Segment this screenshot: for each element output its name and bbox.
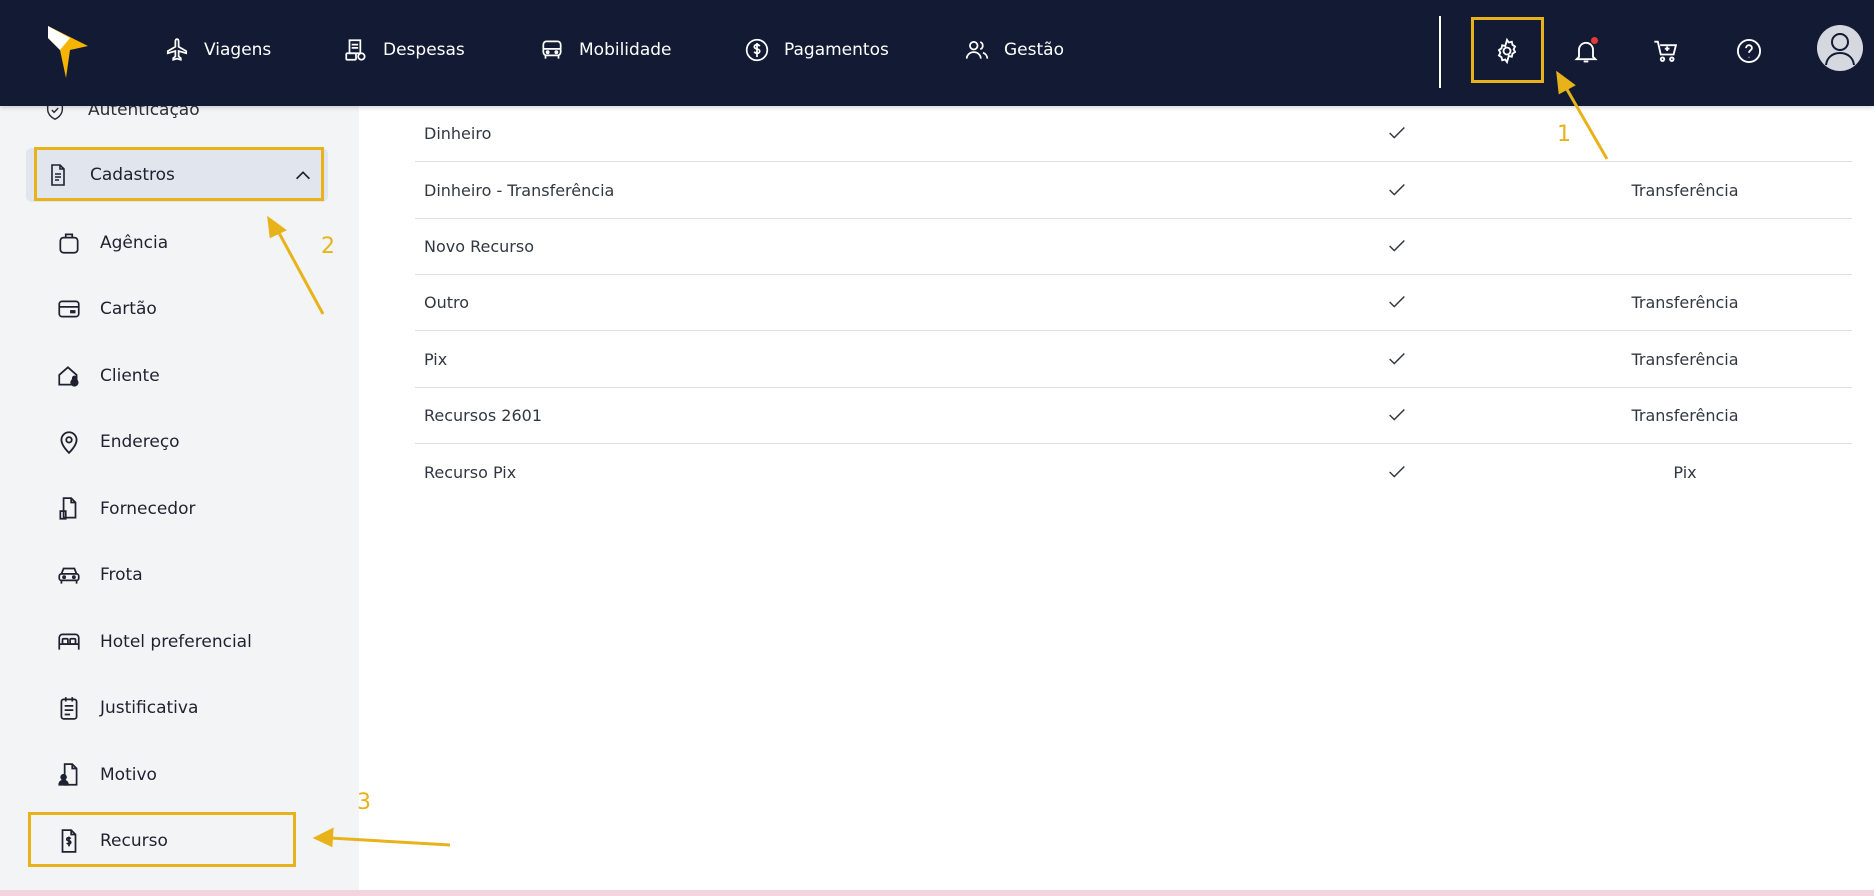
check-icon [1389,126,1405,139]
sidebar-item-agencia[interactable]: Agência [56,226,168,260]
help-icon [1736,38,1762,64]
sidebar-item-label: Cartão [100,299,157,319]
map-pin-icon [60,431,78,455]
table-row[interactable]: Pix Transferência [415,332,1852,388]
nav-viagens-label: Viagens [204,40,272,60]
nav-viagens[interactable]: Viagens [164,34,271,66]
check-icon [1389,465,1405,478]
sidebar: Autenticação Cadastros Agência Cartão Cl… [0,106,359,890]
user-avatar-icon [1825,33,1855,66]
row-type: Pix [1673,463,1697,482]
credit-card-icon [58,300,80,318]
row-name: Dinheiro [424,124,492,143]
sidebar-item-label: Endereço [100,432,180,452]
sidebar-item-cliente[interactable]: Cliente [56,359,160,393]
sidebar-item-label: Autenticação [88,106,200,120]
nav-pagamentos[interactable]: Pagamentos [744,34,889,66]
sidebar-item-fornecedor[interactable]: Fornecedor [56,492,195,526]
app-logo[interactable] [44,24,92,80]
sidebar-item-justificativa[interactable]: Justificativa [56,691,198,725]
sidebar-item-label: Frota [100,565,143,585]
annotation-number-3: 3 [357,790,371,815]
table-row[interactable]: Novo Recurso [415,219,1852,275]
annotation-box-settings [1471,17,1544,83]
check-icon [1389,408,1405,421]
car-icon [542,40,562,59]
row-type: Transferência [1631,350,1739,369]
row-name: Dinheiro - Transferência [424,181,615,200]
briefcase-icon [59,233,79,254]
check-icon [1389,239,1405,252]
clipboard-icon [60,697,78,720]
sidebar-item-autenticacao[interactable]: Autenticação [44,106,200,122]
shield-icon [46,106,64,120]
sidebar-item-label: Fornecedor [100,499,196,519]
row-type: Transferência [1631,293,1739,312]
notifications-button[interactable] [1568,33,1604,69]
sidebar-item-label: Cliente [100,366,160,386]
dollar-circle-icon [745,38,769,62]
table-row[interactable]: Recursos 2601 Transferência [415,388,1852,444]
nav-despesas[interactable]: Despesas [343,34,465,66]
nav-pagamentos-label: Pagamentos [784,40,889,60]
sidebar-item-label: Justificativa [100,698,199,718]
nav-mobilidade[interactable]: Mobilidade [539,34,672,66]
receipt-icon [345,39,366,61]
bottom-strip [0,890,1874,896]
annotation-number-1: 1 [1557,122,1571,147]
sidebar-item-cartao[interactable]: Cartão [56,292,157,326]
row-name: Outro [424,293,470,312]
annotation-number-2: 2 [321,234,335,259]
table-row[interactable]: Dinheiro [415,106,1852,162]
table-row[interactable]: Recurso Pix Pix [415,445,1852,501]
nav-despesas-label: Despesas [383,40,465,60]
sidebar-item-label: Hotel preferencial [100,632,252,652]
row-name: Recurso Pix [424,463,517,482]
table-row[interactable]: Outro Transferência [415,275,1852,331]
sidebar-item-label: Motivo [100,765,157,785]
table-row[interactable]: Dinheiro - Transferência Transferência [415,163,1852,219]
row-name: Novo Recurso [424,237,534,256]
home-user-icon [58,366,79,387]
cart-icon [1654,40,1678,62]
check-icon [1389,183,1405,196]
annotation-box-cadastros [34,147,324,201]
sidebar-item-endereco[interactable]: Endereço [56,425,180,459]
nav-gestao-label: Gestão [1004,40,1064,60]
cart-button[interactable] [1648,33,1684,69]
sidebar-item-label: Agência [100,233,169,253]
car-icon [58,567,80,584]
user-avatar[interactable] [1817,25,1863,71]
notification-dot [1591,37,1598,44]
annotation-box-recurso [28,812,296,867]
nav-divider [1439,16,1441,88]
row-name: Recursos 2601 [424,406,543,425]
row-type: Transferência [1631,181,1739,200]
help-button[interactable] [1731,33,1767,69]
bed-icon [58,633,80,650]
sidebar-item-motivo[interactable]: Motivo [56,758,157,792]
users-icon [965,41,989,59]
main-content: Dinheiro Dinheiro - Transferência Transf… [359,106,1874,890]
check-icon [1389,295,1405,308]
row-name: Pix [424,350,448,369]
file-icon [59,497,77,520]
top-navigation-bar: Viagens Despesas Mobilidade Pagamentos G… [0,0,1874,106]
check-icon [1389,352,1405,365]
nav-gestao[interactable]: Gestão [964,34,1064,66]
file-user-icon [58,763,78,786]
sidebar-item-frota[interactable]: Frota [56,558,143,592]
plane-icon [166,38,188,61]
nav-mobilidade-label: Mobilidade [579,40,672,60]
row-type: Transferência [1631,406,1739,425]
sidebar-item-hotel-preferencial[interactable]: Hotel preferencial [56,625,252,659]
